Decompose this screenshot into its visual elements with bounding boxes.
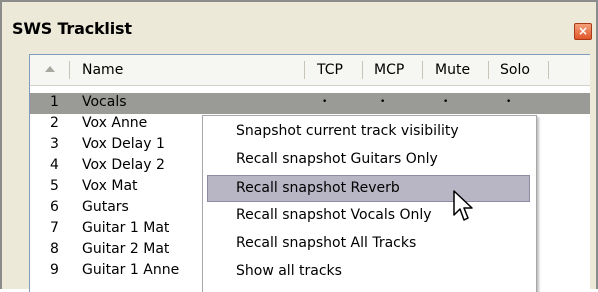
menu-item-recall-vocals-only[interactable]: Recall snapshot Vocals Only [207, 203, 530, 230]
track-name: Guitar 1 Mat [82, 220, 170, 236]
column-header-mute[interactable]: Mute [435, 55, 470, 85]
header-separator[interactable] [304, 61, 305, 79]
track-number: 5 [50, 178, 59, 194]
column-header-solo[interactable]: Solo [500, 55, 530, 85]
track-number: 8 [50, 241, 59, 257]
track-name: Guitar 1 Anne [82, 262, 180, 278]
track-name: Vox Anne [82, 115, 148, 131]
track-number: 9 [50, 262, 59, 278]
sort-ascending-icon[interactable] [45, 66, 55, 72]
track-number: 3 [50, 136, 59, 152]
track-name: Vox Mat [82, 178, 138, 194]
track-number: 7 [50, 220, 59, 236]
menu-item-recall-guitars-only[interactable]: Recall snapshot Guitars Only [207, 147, 530, 174]
header-separator[interactable] [488, 61, 489, 79]
menu-item-show-all-tracks[interactable]: Show all tracks [207, 259, 530, 286]
menu-item-recall-all-tracks[interactable]: Recall snapshot All Tracks [207, 231, 530, 258]
close-button[interactable]: × [574, 23, 592, 40]
column-header-mcp[interactable]: MCP [374, 55, 404, 85]
column-header-tcp[interactable]: TCP [317, 55, 343, 85]
table-row[interactable]: 1 Vocals • • • • [30, 93, 590, 114]
title-bar: SWS Tracklist × [10, 12, 596, 42]
menu-item-snapshot-visibility[interactable]: Snapshot current track visibility [207, 119, 530, 146]
header-separator[interactable] [548, 61, 549, 79]
column-header-name[interactable]: Name [82, 55, 123, 85]
track-name: Guitar 2 Mat [82, 241, 170, 257]
track-number: 2 [50, 115, 59, 131]
solo-indicator[interactable]: • [506, 97, 511, 107]
menu-item-recall-reverb[interactable]: Recall snapshot Reverb [207, 175, 530, 202]
track-number: 1 [50, 94, 59, 110]
track-name: Vox Delay 2 [82, 157, 165, 173]
track-number: 4 [50, 157, 59, 173]
track-name: Gutars [82, 199, 129, 215]
mute-indicator[interactable]: • [443, 97, 448, 107]
mouse-pointer-icon [453, 190, 473, 221]
track-name: Vox Delay 1 [82, 136, 165, 152]
window-title: SWS Tracklist [12, 19, 132, 38]
context-menu: Snapshot current track visibility Recall… [202, 115, 537, 292]
track-number: 6 [50, 199, 59, 215]
track-name: Vocals [82, 94, 127, 110]
header-separator[interactable] [422, 61, 423, 79]
mcp-indicator[interactable]: • [380, 97, 385, 107]
tcp-indicator[interactable]: • [322, 97, 327, 107]
header-separator[interactable] [362, 61, 363, 79]
tracklist-window: SWS Tracklist × Name TCP MCP Mute Solo 1… [0, 0, 598, 292]
close-icon: × [577, 24, 589, 38]
header-separator[interactable] [69, 61, 70, 79]
list-header: Name TCP MCP Mute Solo [30, 55, 590, 86]
